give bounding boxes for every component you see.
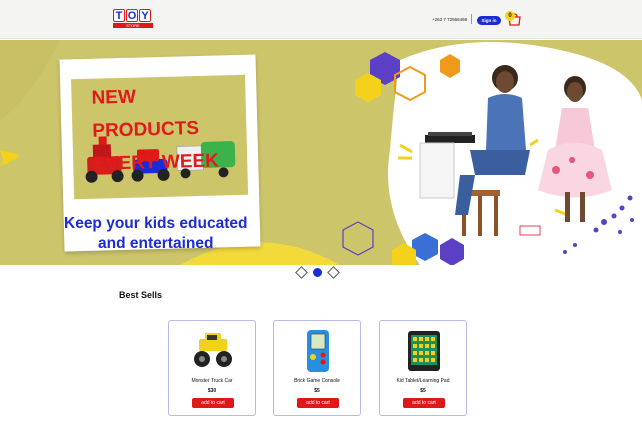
- add-to-cart-button[interactable]: add to cart: [192, 398, 234, 408]
- polaroid-photo: NEW PRODUCTS EVERY WEEK: [71, 74, 249, 200]
- product-name: Brick Game Console: [294, 378, 340, 384]
- cart-button[interactable]: 0: [505, 11, 521, 27]
- carousel-indicators: [295, 266, 340, 279]
- signin-button[interactable]: Sign in: [477, 16, 501, 25]
- product-price: $5: [314, 388, 320, 394]
- carousel-dot-2[interactable]: [313, 268, 322, 277]
- product-card-3[interactable]: Kid Tablet/Learning Pad $5 add to cart: [379, 320, 467, 416]
- phone-number: +263 7 72566468: [432, 17, 468, 22]
- hero-tagline-line2: and entertained: [98, 235, 214, 252]
- site-header: TOY STORE +263 7 72566468 Sign in 0: [0, 0, 642, 39]
- product-price: $30: [207, 388, 217, 394]
- monster-truck-icon: [194, 333, 232, 367]
- header-divider: [471, 14, 472, 24]
- product-name: Kid Tablet/Learning Pad: [396, 378, 450, 384]
- hero-headline-line2: EVERY WEEK: [92, 150, 220, 175]
- best-sells-title: Best Sells: [119, 290, 163, 300]
- product-card-1[interactable]: Monster Truck Car $30 add to cart: [168, 320, 256, 416]
- hero-banner[interactable]: NEW PRODUCTS EVERY WEEK Keep your kids e…: [0, 40, 642, 265]
- product-card-2[interactable]: Brick Game Console $5 add to cart: [273, 320, 361, 416]
- product-price: $5: [420, 388, 426, 394]
- hero-headline-line1: NEW PRODUCTS: [91, 86, 200, 142]
- logo-sub: STORE: [113, 23, 153, 28]
- hero-tagline: Keep your kids educated and entertained: [64, 214, 247, 254]
- carousel-dot-3[interactable]: [327, 266, 340, 279]
- product-name: Monster Truck Car: [191, 378, 233, 384]
- paper-plane-icon: [0, 152, 18, 166]
- add-to-cart-button[interactable]: add to cart: [403, 398, 445, 408]
- add-to-cart-button[interactable]: add to cart: [297, 398, 339, 408]
- logo[interactable]: TOY STORE: [113, 9, 153, 31]
- tablet-icon: [408, 331, 440, 371]
- cart-count-badge: 0: [505, 11, 515, 21]
- logo-letters: TOY: [113, 9, 153, 22]
- hero-headline: NEW PRODUCTS EVERY WEEK: [91, 78, 248, 181]
- carousel-dot-1[interactable]: [295, 266, 308, 279]
- hero-tagline-line1: Keep your kids educated: [64, 215, 248, 232]
- game-console-icon: [307, 330, 329, 372]
